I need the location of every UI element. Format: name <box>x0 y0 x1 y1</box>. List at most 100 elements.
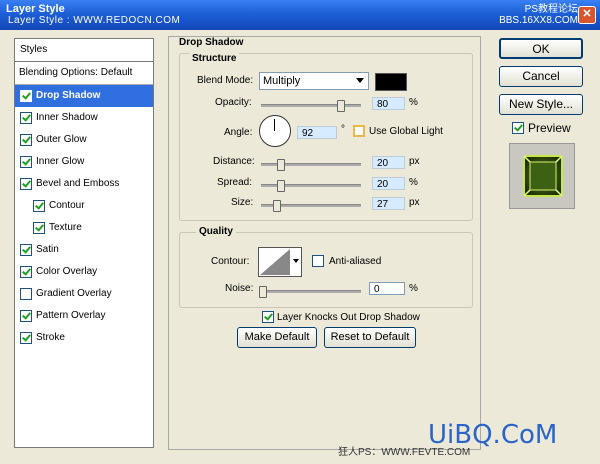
style-item-label: Color Overlay <box>36 266 98 277</box>
close-button[interactable]: ✕ <box>578 6 596 24</box>
anti-aliased-checkbox[interactable] <box>312 255 324 267</box>
style-item-checkbox[interactable] <box>20 112 32 124</box>
style-item-checkbox[interactable] <box>20 266 32 278</box>
ok-button[interactable]: OK <box>499 38 583 59</box>
style-item-label: Texture <box>49 222 82 233</box>
quality-group <box>179 232 473 308</box>
style-item-label: Stroke <box>36 332 65 343</box>
style-item-label: Contour <box>49 200 85 211</box>
style-item-drop-shadow[interactable]: Drop Shadow <box>15 85 153 107</box>
noise-label: Noise: <box>225 283 254 294</box>
style-item-texture[interactable]: Texture <box>15 217 153 239</box>
preview-checkbox[interactable] <box>512 122 524 134</box>
use-global-light-checkbox[interactable] <box>353 125 365 137</box>
size-slider-thumb[interactable] <box>273 200 281 212</box>
blend-mode-select[interactable]: Multiply <box>259 72 369 90</box>
style-item-contour[interactable]: Contour <box>15 195 153 217</box>
style-item-checkbox[interactable] <box>20 288 32 300</box>
angle-label: Angle: <box>224 127 253 138</box>
title-bar: Layer Style Layer Style : WWW.REDOCN.COM… <box>0 0 600 30</box>
size-unit: px <box>409 197 420 208</box>
style-item-label: Satin <box>36 244 59 255</box>
distance-unit: px <box>409 156 420 167</box>
opacity-field[interactable]: 80 <box>372 97 405 110</box>
style-item-inner-shadow[interactable]: Inner Shadow <box>15 107 153 129</box>
cancel-button[interactable]: Cancel <box>499 66 583 87</box>
watermark-top: PS教程论坛 BBS.16XX8.COM <box>499 4 578 26</box>
style-item-pattern-overlay[interactable]: Pattern Overlay <box>15 305 153 327</box>
styles-header[interactable]: Styles <box>15 39 153 62</box>
noise-unit: % <box>409 283 418 294</box>
layer-knocks-out-label: Layer Knocks Out Drop Shadow <box>277 312 420 323</box>
noise-slider-thumb[interactable] <box>259 286 267 298</box>
use-global-light-label: Use Global Light <box>369 126 443 137</box>
spread-field[interactable]: 20 <box>372 177 405 190</box>
contour-picker[interactable] <box>258 247 302 277</box>
style-item-checkbox[interactable] <box>20 156 32 168</box>
style-item-checkbox[interactable] <box>33 222 45 234</box>
style-item-label: Inner Glow <box>36 156 85 167</box>
size-label: Size: <box>231 197 254 208</box>
style-item-bevel-and-emboss[interactable]: Bevel and Emboss <box>15 173 153 195</box>
make-default-button[interactable]: Make Default <box>237 327 317 348</box>
spread-label: Spread: <box>217 177 253 188</box>
size-field[interactable]: 27 <box>372 197 405 210</box>
anti-aliased-label: Anti-aliased <box>329 256 382 267</box>
angle-field[interactable]: 92 <box>297 126 337 139</box>
blend-mode-label: Blend Mode: <box>197 75 254 86</box>
style-item-satin[interactable]: Satin <box>15 239 153 261</box>
shadow-color-swatch[interactable] <box>375 73 407 91</box>
style-item-label: Inner Shadow <box>36 112 98 123</box>
spread-slider[interactable] <box>261 180 361 192</box>
opacity-slider[interactable] <box>261 100 361 112</box>
noise-slider[interactable] <box>259 286 361 298</box>
quality-title: Quality <box>196 226 236 237</box>
angle-dial[interactable] <box>259 115 291 147</box>
size-slider[interactable] <box>261 200 361 212</box>
preview-label: Preview <box>528 121 571 135</box>
angle-dial-needle <box>274 119 275 131</box>
drop-shadow-panel: Drop Shadow Structure Blend Mode: Multip… <box>168 36 481 450</box>
noise-field[interactable]: 0 <box>369 282 405 295</box>
style-item-checkbox[interactable] <box>20 244 32 256</box>
styles-list: Styles Blending Options: Default Drop Sh… <box>14 38 154 448</box>
footer-logo: UiBQ.CoM <box>428 420 558 450</box>
layer-style-dialog: Layer Style Layer Style : WWW.REDOCN.COM… <box>0 0 600 464</box>
style-item-checkbox[interactable] <box>20 332 32 344</box>
blend-mode-value: Multiply <box>263 75 301 87</box>
style-item-outer-glow[interactable]: Outer Glow <box>15 129 153 151</box>
style-item-gradient-overlay[interactable]: Gradient Overlay <box>15 283 153 305</box>
reset-default-button[interactable]: Reset to Default <box>324 327 416 348</box>
style-item-color-overlay[interactable]: Color Overlay <box>15 261 153 283</box>
style-item-inner-glow[interactable]: Inner Glow <box>15 151 153 173</box>
distance-slider[interactable] <box>261 159 361 171</box>
opacity-slider-thumb[interactable] <box>337 100 345 112</box>
watermark-line-1: PS教程论坛 <box>524 4 578 15</box>
preview-swatch-image <box>523 155 563 197</box>
new-style-button[interactable]: New Style... <box>499 94 583 115</box>
layer-knocks-out-checkbox[interactable] <box>262 311 274 323</box>
style-item-checkbox[interactable] <box>20 134 32 146</box>
style-item-checkbox[interactable] <box>20 90 32 102</box>
spread-unit: % <box>409 177 418 188</box>
style-item-label: Drop Shadow <box>36 90 101 101</box>
style-item-checkbox[interactable] <box>20 310 32 322</box>
style-item-checkbox[interactable] <box>33 200 45 212</box>
spread-slider-thumb[interactable] <box>277 180 285 192</box>
window-title: Layer Style <box>6 3 65 15</box>
style-item-stroke[interactable]: Stroke <box>15 327 153 349</box>
opacity-label: Opacity: <box>215 97 252 108</box>
chevron-down-icon <box>293 259 299 263</box>
distance-slider-thumb[interactable] <box>277 159 285 171</box>
opacity-unit: % <box>409 97 418 108</box>
window-subtitle: Layer Style : WWW.REDOCN.COM <box>8 15 181 26</box>
style-preview-thumbnail <box>509 143 575 209</box>
distance-field[interactable]: 20 <box>372 156 405 169</box>
structure-title: Structure <box>189 53 240 64</box>
blending-options-item[interactable]: Blending Options: Default <box>15 62 153 85</box>
drop-shadow-title: Drop Shadow <box>179 37 244 48</box>
style-item-checkbox[interactable] <box>20 178 32 190</box>
watermark-line-2: BBS.16XX8.COM <box>499 15 578 26</box>
contour-preview <box>260 249 290 275</box>
distance-label: Distance: <box>213 156 255 167</box>
